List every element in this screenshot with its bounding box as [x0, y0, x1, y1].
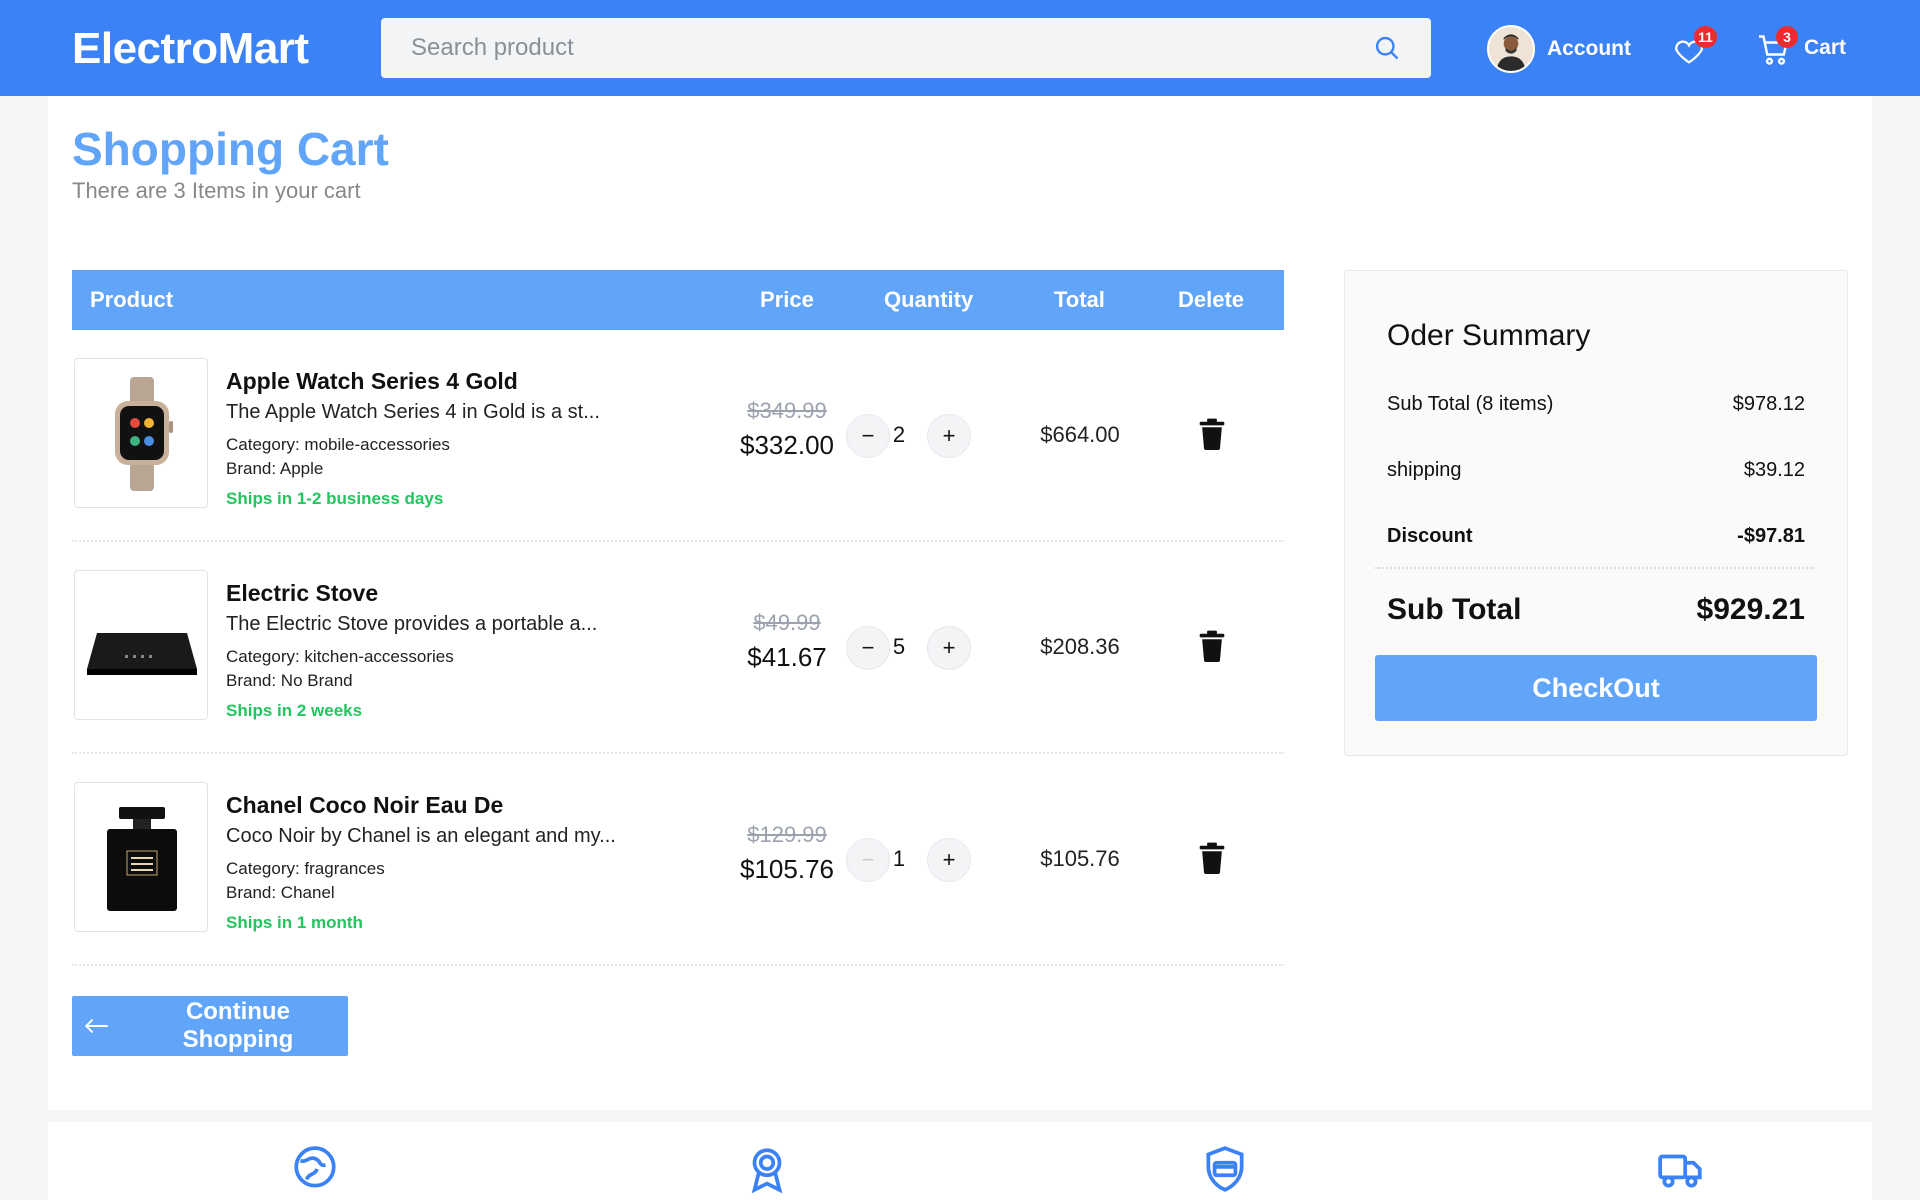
line-total: $208.36 — [1040, 634, 1120, 659]
product-category: Category: kitchen-accessories — [226, 647, 454, 666]
cart-count-badge: 3 — [1776, 26, 1798, 48]
shield-card-icon — [1206, 1146, 1244, 1192]
subtotal-label: Sub Total (8 items) — [1387, 393, 1554, 415]
original-price: $349.99 — [747, 398, 827, 423]
product-image[interactable] — [74, 570, 208, 720]
product-description: The Apple Watch Series 4 in Gold is a st… — [226, 401, 600, 423]
summary-title: Oder Summary — [1387, 319, 1591, 352]
wishlist-button[interactable]: 11 — [1672, 26, 1720, 68]
product-category: Category: mobile-accessories — [226, 435, 450, 454]
perfume-image — [107, 807, 177, 911]
trash-icon[interactable] — [1197, 842, 1227, 874]
cart-row: Apple Watch Series 4 Gold The Apple Watc… — [72, 330, 1284, 542]
sale-price: $41.67 — [747, 642, 827, 672]
watch-image — [115, 377, 173, 491]
quantity-value: 1 — [892, 846, 906, 871]
col-price: Price — [760, 287, 814, 312]
search-icon[interactable] — [1373, 34, 1401, 62]
increase-quantity-button[interactable]: + — [927, 626, 971, 670]
search-bar — [381, 18, 1431, 78]
discount-label: Discount — [1387, 525, 1473, 547]
delivery-truck-icon — [1658, 1154, 1702, 1188]
page-title: Shopping Cart — [72, 123, 389, 175]
line-total: $664.00 — [1040, 422, 1120, 447]
summary-divider — [1375, 567, 1815, 569]
award-ribbon-icon — [751, 1148, 783, 1194]
trash-icon[interactable] — [1197, 630, 1227, 662]
product-name[interactable]: Chanel Coco Noir Eau De — [226, 792, 503, 819]
cart-label: Cart — [1804, 36, 1847, 59]
account-label: Account — [1547, 37, 1631, 60]
product-category: Category: fragrances — [226, 859, 385, 878]
shipping-info: Ships in 2 weeks — [226, 701, 363, 720]
search-input[interactable] — [381, 18, 1361, 78]
logo[interactable]: ElectroMart — [72, 24, 309, 74]
shipping-label: shipping — [1387, 459, 1462, 481]
cart-row: Chanel Coco Noir Eau De Coco Noir by Cha… — [72, 754, 1284, 966]
globe-icon — [294, 1146, 336, 1188]
cart-row: Electric Stove The Electric Stove provid… — [72, 542, 1284, 754]
top-navbar: ElectroMart Account 11 3 — [0, 0, 1920, 96]
wishlist-count-badge: 11 — [1694, 26, 1717, 48]
col-delete: Delete — [1178, 287, 1245, 312]
trash-icon[interactable] — [1197, 418, 1227, 450]
increase-quantity-button[interactable]: + — [927, 838, 971, 882]
discount-value: -$97.81 — [1737, 525, 1805, 547]
product-brand: Brand: No Brand — [226, 671, 353, 690]
original-price: $129.99 — [747, 822, 827, 847]
product-brand: Brand: Apple — [226, 459, 324, 478]
page-subtitle: There are 3 Items in your cart — [72, 178, 361, 203]
col-product: Product — [90, 287, 174, 312]
shipping-info: Ships in 1-2 business days — [226, 489, 444, 508]
features-strip — [48, 1122, 1872, 1200]
total-label: Sub Total — [1387, 593, 1522, 626]
product-image[interactable] — [74, 782, 208, 932]
shipping-info: Ships in 1 month — [226, 913, 363, 932]
original-price: $49.99 — [753, 610, 821, 635]
continue-shopping-button[interactable]: Continue Shopping — [72, 996, 348, 1056]
quantity-value: 5 — [892, 634, 906, 659]
cart-link[interactable]: 3 Cart — [1756, 26, 1846, 70]
account-link[interactable]: Account — [1487, 24, 1631, 74]
increase-quantity-button[interactable]: + — [927, 414, 971, 458]
col-quantity: Quantity — [884, 287, 974, 312]
stove-image — [87, 633, 197, 675]
continue-shopping-label: Continue Shopping — [182, 998, 294, 1053]
cart-page: Shopping Cart There are 3 Items in your … — [48, 96, 1872, 1110]
user-avatar-icon — [1489, 27, 1533, 71]
product-description: The Electric Stove provides a portable a… — [226, 613, 598, 635]
subtotal-value: $978.12 — [1732, 393, 1805, 415]
product-image[interactable] — [74, 358, 208, 508]
shipping-value: $39.12 — [1743, 459, 1805, 481]
quantity-value: 2 — [892, 422, 906, 447]
sale-price: $105.76 — [740, 854, 834, 884]
arrow-left-icon — [84, 1018, 108, 1034]
order-summary: Oder Summary Sub Total (8 items) $978.12… — [1344, 270, 1848, 756]
avatar — [1487, 25, 1535, 73]
sale-price: $332.00 — [740, 430, 834, 460]
col-total: Total — [1054, 287, 1105, 312]
total-value: $929.21 — [1696, 593, 1805, 626]
checkout-button[interactable]: CheckOut — [1375, 655, 1817, 721]
product-name[interactable]: Electric Stove — [226, 580, 378, 607]
cart-icon-wrap: 3 — [1756, 26, 1798, 68]
product-description: Coco Noir by Chanel is an elegant and my… — [226, 825, 616, 847]
product-brand: Brand: Chanel — [226, 883, 335, 902]
product-name[interactable]: Apple Watch Series 4 Gold — [226, 368, 518, 395]
line-total: $105.76 — [1040, 846, 1120, 871]
cart-table-header: Product Price Quantity Total Delete — [72, 270, 1284, 330]
